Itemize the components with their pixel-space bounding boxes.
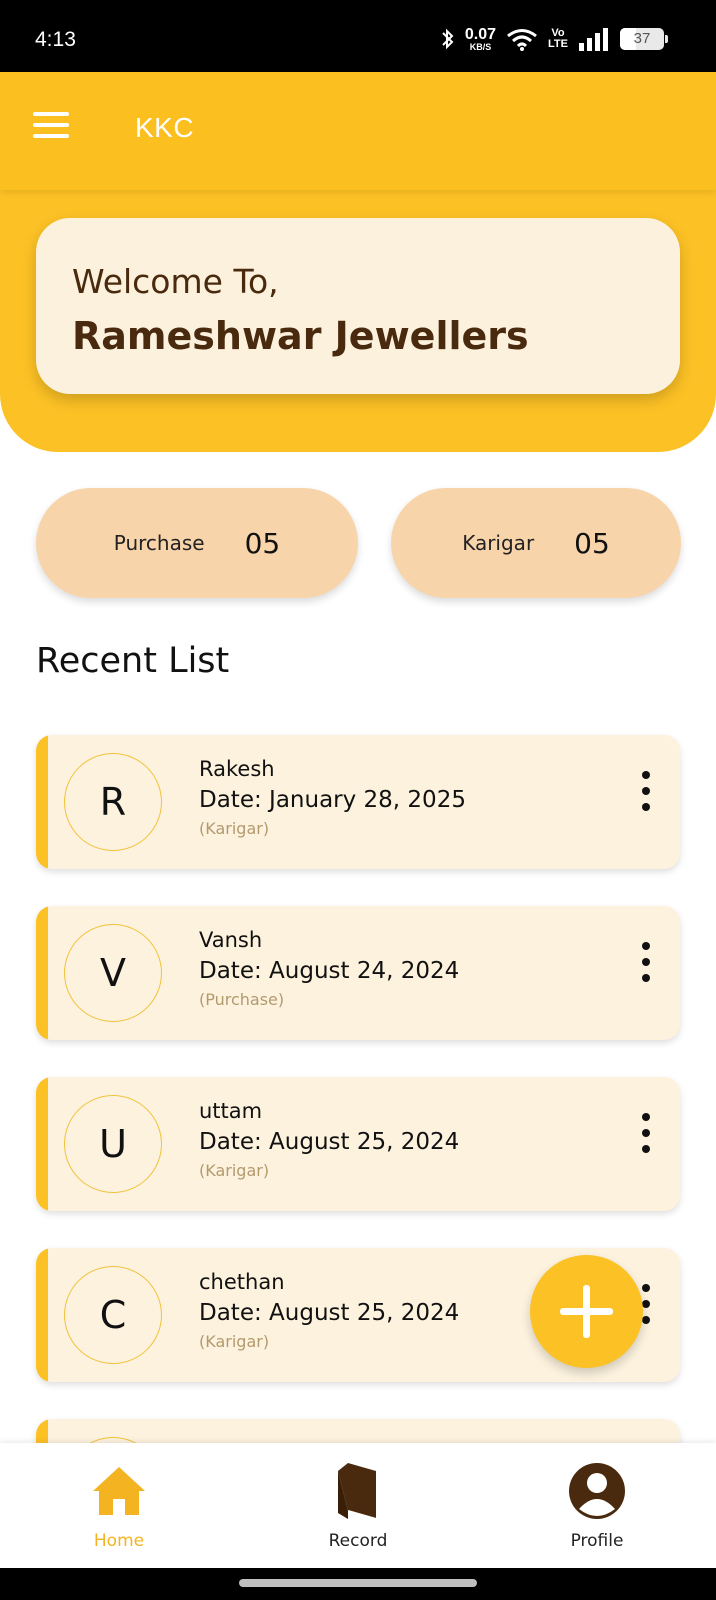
item-type: (Karigar): [199, 1161, 270, 1180]
accent-bar: [36, 906, 48, 1040]
add-button[interactable]: [530, 1255, 643, 1368]
item-name: uttam: [199, 1099, 263, 1123]
bottom-nav: Home Record Profile: [0, 1443, 716, 1568]
app-title: KKC: [135, 112, 195, 143]
karigar-count: 05: [574, 526, 610, 560]
book-icon: [338, 1463, 377, 1520]
wifi-icon: [507, 29, 537, 51]
list-item[interactable]: U uttam Date: August 25, 2024 (Karigar): [36, 1077, 680, 1211]
profile-icon: [569, 1463, 625, 1519]
welcome-card: Welcome To, Rameshwar Jewellers: [36, 218, 680, 394]
nav-home[interactable]: Home: [29, 1443, 209, 1568]
battery-icon: 37: [620, 28, 668, 50]
item-type: (Purchase): [199, 990, 285, 1009]
karigar-count-card[interactable]: Karigar 05: [391, 488, 681, 598]
avatar: C: [64, 1266, 162, 1364]
status-bar: 4:13 0.07 KB/S Vo LTE 37: [0, 0, 716, 72]
net-speed: 0.07 KB/S: [464, 25, 497, 52]
more-options-icon[interactable]: [636, 771, 656, 811]
net-speed-unit: KB/S: [469, 41, 492, 52]
karigar-label: Karigar: [462, 531, 535, 555]
item-type: (Karigar): [199, 1332, 270, 1351]
item-date: Date: August 25, 2024: [199, 1129, 460, 1155]
welcome-greeting: Welcome To,: [72, 262, 279, 301]
hamburger-menu-icon[interactable]: [33, 112, 69, 138]
nav-record-label: Record: [328, 1531, 388, 1551]
gesture-bar[interactable]: [239, 1579, 477, 1587]
accent-bar: [36, 1077, 48, 1211]
avatar: V: [64, 924, 162, 1022]
app-bar: KKC: [0, 72, 716, 190]
bluetooth-icon: [442, 28, 454, 50]
gesture-area: [0, 1568, 716, 1600]
home-icon: [93, 1467, 145, 1515]
header: KKC Welcome To, Rameshwar Jewellers: [0, 72, 716, 452]
accent-bar: [36, 1248, 48, 1382]
item-date: Date: January 28, 2025: [199, 787, 466, 813]
item-name: chethan: [199, 1270, 285, 1294]
purchase-count-card[interactable]: Purchase 05: [36, 488, 358, 598]
item-type: (Karigar): [199, 819, 270, 838]
volte-indicator: Vo LTE: [548, 28, 568, 50]
nav-profile-label: Profile: [570, 1531, 624, 1551]
nav-profile[interactable]: Profile: [507, 1443, 687, 1568]
purchase-label: Purchase: [113, 531, 205, 555]
shop-name: Rameshwar Jewellers: [72, 314, 529, 358]
more-options-icon[interactable]: [636, 1113, 656, 1153]
signal-icon: [579, 28, 608, 51]
avatar: U: [64, 1095, 162, 1193]
list-item[interactable]: R Rakesh Date: January 28, 2025 (Karigar…: [36, 735, 680, 869]
status-icons: 0.07 KB/S Vo LTE 37: [441, 24, 668, 54]
net-speed-value: 0.07: [464, 25, 497, 43]
nav-home-label: Home: [93, 1531, 145, 1551]
item-name: Vansh: [199, 928, 263, 952]
item-name: Rakesh: [199, 757, 275, 781]
volte-bottom: LTE: [548, 38, 568, 50]
status-time: 4:13: [35, 28, 76, 51]
purchase-count: 05: [244, 526, 281, 560]
nav-record[interactable]: Record: [268, 1443, 448, 1568]
accent-bar: [36, 735, 48, 869]
list-item[interactable]: V Vansh Date: August 24, 2024 (Purchase): [36, 906, 680, 1040]
item-date: Date: August 24, 2024: [199, 958, 460, 984]
recent-list-title: Recent List: [36, 641, 230, 681]
battery-percent: 37: [633, 30, 651, 47]
more-options-icon[interactable]: [636, 942, 656, 982]
avatar: R: [64, 753, 162, 851]
item-date: Date: August 25, 2024: [199, 1300, 460, 1326]
battery-nub: [665, 35, 668, 43]
plus-icon: [560, 1285, 613, 1338]
